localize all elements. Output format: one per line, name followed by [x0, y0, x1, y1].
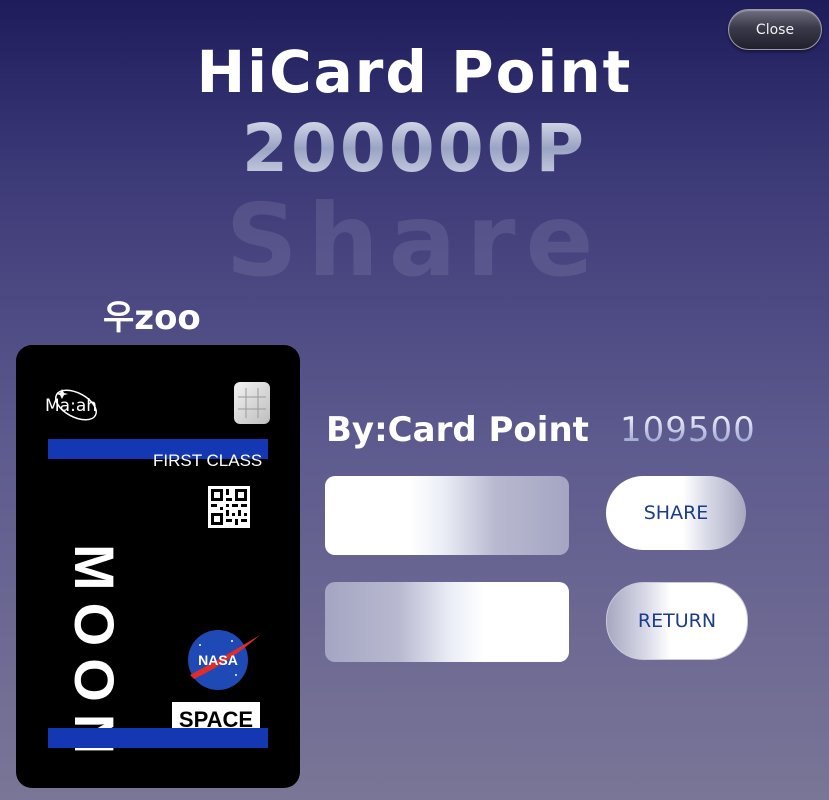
by-card-point-value: 109500	[620, 410, 756, 450]
share-target-field[interactable]	[325, 476, 569, 555]
card-stripe-bottom	[48, 728, 268, 748]
card-logo-text: Ma:ah	[45, 396, 98, 416]
chip-icon	[234, 382, 270, 424]
points-balance: 200000P	[0, 110, 829, 187]
card-class-label: FIRST CLASS	[153, 451, 263, 470]
return-button[interactable]: RETURN	[606, 582, 748, 660]
share-amount-field[interactable]	[325, 582, 569, 662]
user-name: 우zoo	[103, 298, 201, 338]
page-title: HiCard Point	[196, 38, 633, 106]
qr-code-icon	[208, 486, 250, 528]
by-card-point-label: By:Card Point	[326, 410, 589, 450]
card-vertical-text: MOON	[63, 544, 126, 767]
nasa-logo-text: NASA	[198, 652, 238, 668]
nasa-logo-icon: NASA	[188, 630, 260, 690]
share-button[interactable]: SHARE	[606, 476, 746, 550]
share-watermark: Share	[225, 182, 604, 299]
membership-card: Ma:ah FIRST CLASS MOON NASA SPACE	[16, 345, 300, 788]
